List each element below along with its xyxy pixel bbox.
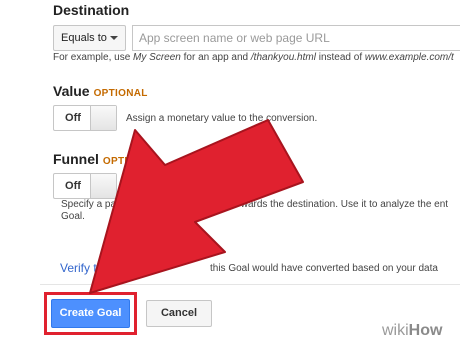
value-heading-row: Value OPTIONAL — [53, 83, 148, 101]
funnel-heading: Funnel — [53, 151, 99, 167]
funnel-description-line2: Goal. — [61, 211, 85, 222]
section-divider — [40, 284, 460, 285]
funnel-description-start: Specify a path yo — [61, 199, 138, 210]
funnel-description: Specify a path yo wards the destination. … — [61, 199, 460, 223]
funnel-toggle-knob — [90, 174, 116, 198]
chevron-down-icon — [110, 36, 118, 40]
funnel-toggle-label: Off — [65, 180, 81, 192]
verify-goal-link[interactable]: Verify thi — [60, 261, 106, 275]
wikihow-watermark: wikiHow — [382, 322, 442, 340]
cancel-button[interactable]: Cancel — [146, 300, 212, 327]
match-type-select[interactable]: Equals to — [53, 25, 126, 51]
example-app: My Screen — [133, 52, 181, 63]
create-goal-button[interactable]: Create Goal — [51, 299, 130, 328]
match-type-value: Equals to — [61, 32, 107, 44]
destination-example-text: For example, use My Screen for an app an… — [53, 52, 454, 63]
example-prefix: For example, use — [53, 52, 134, 63]
url-placeholder: App screen name or web page URL — [139, 31, 330, 45]
value-description: Assign a monetary value to the conversio… — [126, 113, 318, 124]
value-toggle-label: Off — [65, 112, 81, 124]
verify-description: this Goal would have converted based on … — [210, 263, 438, 274]
value-toggle[interactable]: Off — [53, 105, 117, 131]
funnel-description-end: wards the destination. Use it to analyze… — [240, 199, 449, 210]
funnel-optional-badge: OPTIONAL — [102, 156, 157, 167]
example-full: www.example.com/t — [364, 52, 454, 63]
funnel-toggle[interactable]: Off — [53, 173, 117, 199]
example-page: /thankyou.html — [250, 52, 316, 63]
value-optional-badge: OPTIONAL — [93, 88, 148, 99]
example-middle-2: instead of — [315, 52, 365, 63]
funnel-heading-row: Funnel OPTIONAL — [53, 151, 157, 169]
value-heading: Value — [53, 83, 90, 99]
watermark-wiki: wiki — [382, 322, 409, 339]
destination-url-input[interactable]: App screen name or web page URL — [132, 25, 460, 51]
example-middle-1: for an app and — [180, 52, 251, 63]
watermark-how: How — [408, 322, 443, 339]
value-toggle-knob — [90, 106, 116, 130]
destination-heading: Destination — [53, 2, 130, 18]
